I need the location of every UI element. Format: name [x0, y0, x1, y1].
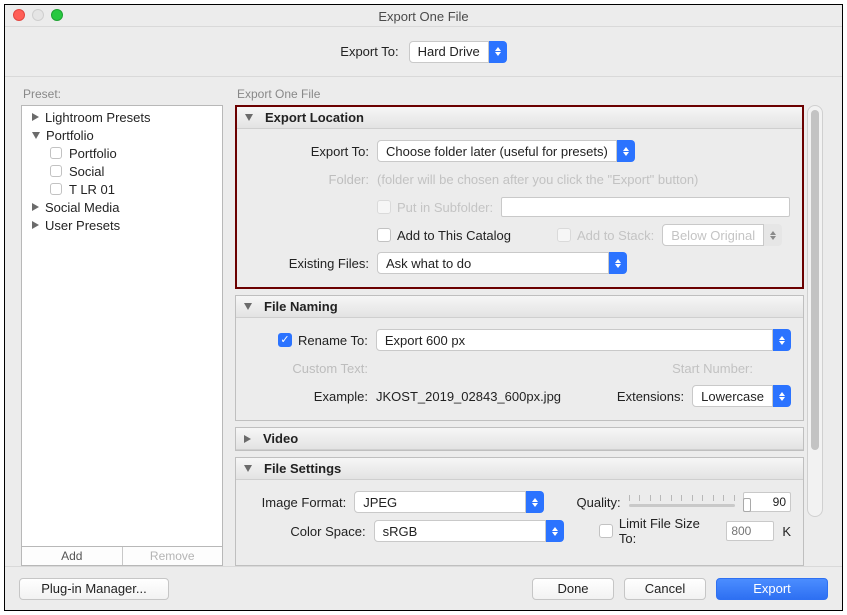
- export-to-row: Export To: Hard Drive: [5, 27, 842, 77]
- stack-position-select: Below Original: [662, 224, 782, 246]
- preset-folder-userpresets[interactable]: User Presets: [22, 216, 222, 234]
- chevron-updown-icon: [617, 140, 635, 162]
- export-to-select[interactable]: Hard Drive: [409, 41, 507, 63]
- extensions-label: Extensions:: [617, 389, 684, 404]
- export-to-label: Export To:: [340, 44, 398, 59]
- chevron-updown-icon: [489, 41, 507, 63]
- existing-files-select[interactable]: Ask what to do: [377, 252, 627, 274]
- triangle-down-icon: [245, 114, 253, 121]
- titlebar: Export One File: [5, 5, 842, 27]
- chevron-updown-icon: [526, 491, 544, 513]
- checkbox-icon[interactable]: [50, 147, 62, 159]
- minimize-icon: [32, 9, 44, 21]
- color-space-select[interactable]: sRGB: [374, 520, 564, 542]
- close-icon[interactable]: [13, 9, 25, 21]
- plugin-manager-button[interactable]: Plug-in Manager...: [19, 578, 169, 600]
- existing-files-label: Existing Files:: [249, 256, 369, 271]
- start-number-label: Start Number:: [672, 361, 753, 376]
- triangle-right-icon: [32, 113, 39, 121]
- rename-to-checkbox[interactable]: Rename To:: [278, 333, 368, 348]
- section-header-export-location[interactable]: Export Location: [237, 107, 802, 129]
- limit-file-size-checkbox[interactable]: Limit File Size To:: [599, 516, 718, 546]
- export-to-folder-label: Export To:: [249, 144, 369, 159]
- preset-item-tlr01[interactable]: T LR 01: [22, 180, 222, 198]
- image-format-label: Image Format:: [248, 495, 346, 510]
- preset-item-portfolio[interactable]: Portfolio: [22, 144, 222, 162]
- subfolder-input: [501, 197, 790, 217]
- preset-folder-socialmedia[interactable]: Social Media: [22, 198, 222, 216]
- chevron-updown-icon: [546, 520, 564, 542]
- settings-column: Export One File Export Location Export T: [235, 83, 826, 566]
- section-header-video[interactable]: Video: [236, 428, 803, 450]
- export-button[interactable]: Export: [716, 578, 828, 600]
- chevron-updown-icon: [609, 252, 627, 274]
- section-file-naming: File Naming Rename To: Export 600 px: [235, 295, 804, 421]
- preset-column: Preset: Lightroom Presets Portfolio Port…: [21, 83, 223, 566]
- export-to-value: Hard Drive: [409, 41, 489, 63]
- section-header-file-settings[interactable]: File Settings: [236, 458, 803, 480]
- add-to-stack-checkbox: Add to Stack:: [557, 228, 654, 243]
- done-button[interactable]: Done: [532, 578, 614, 600]
- section-export-location: Export Location Export To: Choose folder…: [235, 105, 804, 289]
- preset-folder-portfolio[interactable]: Portfolio: [22, 126, 222, 144]
- preset-remove-button: Remove: [122, 547, 223, 565]
- triangle-right-icon: [32, 221, 39, 229]
- preset-folder-lightroom[interactable]: Lightroom Presets: [22, 108, 222, 126]
- preset-add-button[interactable]: Add: [22, 547, 122, 565]
- color-space-label: Color Space:: [248, 524, 366, 539]
- image-format-select[interactable]: JPEG: [354, 491, 544, 513]
- settings-label: Export One File: [235, 83, 826, 105]
- checkbox-icon[interactable]: [50, 183, 62, 195]
- section-file-settings: File Settings Image Format: JPEG: [235, 457, 804, 566]
- example-label: Example:: [248, 389, 368, 404]
- custom-text-label: Custom Text:: [248, 361, 368, 376]
- preset-list[interactable]: Lightroom Presets Portfolio Portfolio So…: [21, 105, 223, 546]
- slider-thumb-icon[interactable]: [743, 498, 751, 512]
- quality-slider[interactable]: [629, 492, 735, 512]
- preset-item-social[interactable]: Social: [22, 162, 222, 180]
- quality-label: Quality:: [577, 495, 621, 510]
- folder-label: Folder:: [249, 172, 369, 187]
- put-in-subfolder-checkbox: Put in Subfolder:: [377, 200, 493, 215]
- scrollbar[interactable]: [807, 105, 823, 517]
- checkbox-icon[interactable]: [50, 165, 62, 177]
- rename-template-select[interactable]: Export 600 px: [376, 329, 791, 351]
- cancel-button[interactable]: Cancel: [624, 578, 706, 600]
- triangle-down-icon: [244, 303, 252, 310]
- chevron-updown-icon: [773, 385, 791, 407]
- triangle-right-icon: [244, 435, 251, 443]
- triangle-down-icon: [32, 132, 40, 139]
- add-to-catalog-checkbox[interactable]: Add to This Catalog: [377, 228, 511, 243]
- limit-unit-label: K: [782, 524, 791, 539]
- triangle-right-icon: [32, 203, 39, 211]
- chevron-updown-icon: [773, 329, 791, 351]
- scrollbar-thumb[interactable]: [811, 110, 819, 450]
- section-video: Video: [235, 427, 804, 451]
- export-to-folder-select[interactable]: Choose folder later (useful for presets): [377, 140, 635, 162]
- chevron-updown-icon: [764, 224, 782, 246]
- limit-file-size-input: [726, 521, 774, 541]
- example-value: JKOST_2019_02843_600px.jpg: [376, 389, 561, 404]
- export-dialog: Export One File Export To: Hard Drive Pr…: [4, 4, 843, 611]
- extensions-select[interactable]: Lowercase: [692, 385, 791, 407]
- window-title: Export One File: [5, 7, 842, 24]
- preset-label: Preset:: [21, 83, 223, 105]
- zoom-icon[interactable]: [51, 9, 63, 21]
- dialog-footer: Plug-in Manager... Done Cancel Export: [5, 566, 842, 610]
- triangle-down-icon: [244, 465, 252, 472]
- folder-note: (folder will be chosen after you click t…: [377, 172, 698, 187]
- section-header-file-naming[interactable]: File Naming: [236, 296, 803, 318]
